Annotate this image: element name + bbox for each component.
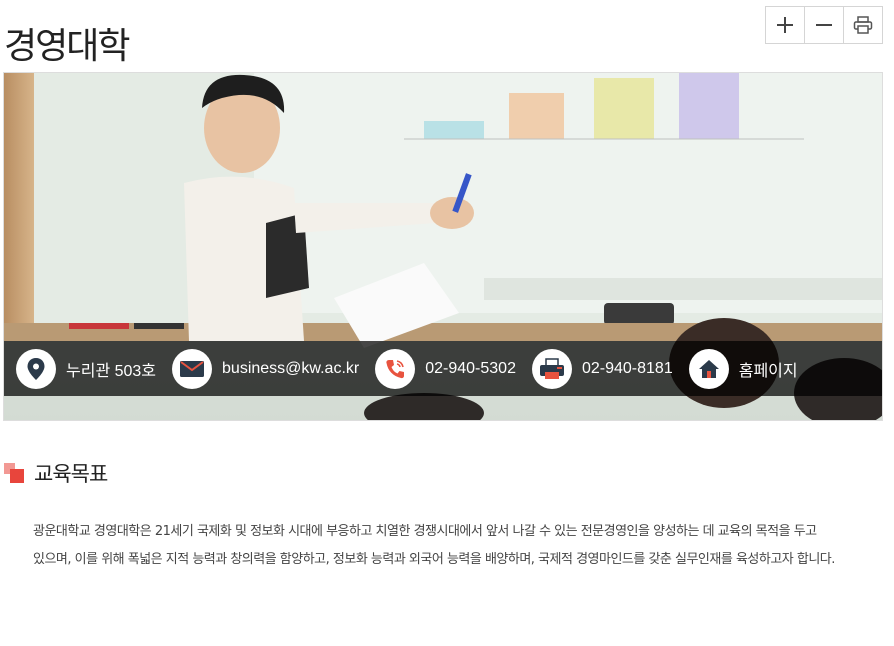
plus-icon — [777, 17, 793, 33]
email-text[interactable]: business@kw.ac.kr — [222, 360, 359, 378]
page-title: 경영대학 — [4, 26, 130, 68]
envelope-icon — [172, 348, 213, 389]
home-icon — [688, 348, 729, 389]
email-item[interactable]: business@kw.ac.kr — [172, 348, 359, 389]
print-button[interactable] — [844, 7, 882, 43]
contact-info-bar: 누리관 503호 business@kw.ac.kr 02-940-5302 0… — [4, 341, 882, 396]
phone-icon — [375, 348, 416, 389]
education-goal-line-2: 있으며, 이를 위해 폭넓은 지적 능력과 창의력을 함양하고, 정보화 능력과… — [33, 552, 835, 567]
map-pin-icon — [16, 348, 56, 389]
zoom-out-button[interactable] — [805, 7, 844, 43]
phone-text: 02-940-5302 — [425, 359, 516, 377]
toolbar — [765, 6, 883, 44]
fax-text: 02-940-8181 — [581, 359, 673, 377]
homepage-item[interactable]: 홈페이지 — [688, 348, 798, 389]
fax-icon — [531, 348, 572, 389]
section-title: 교육목표 — [34, 462, 108, 486]
education-goal-text: 광운대학교 경영대학은 21세기 국제화 및 정보화 시대에 부응하고 치열한 … — [33, 518, 878, 574]
hero-banner: 누리관 503호 business@kw.ac.kr 02-940-5302 0… — [3, 72, 883, 421]
phone-item: 02-940-5302 — [375, 348, 516, 389]
location-item: 누리관 503호 — [16, 348, 157, 389]
printer-icon — [853, 16, 873, 34]
section-header: 교육목표 — [4, 458, 108, 488]
fax-item: 02-940-8181 — [531, 348, 673, 389]
homepage-link[interactable]: 홈페이지 — [739, 357, 798, 381]
minus-icon — [816, 24, 832, 26]
section-bullet-icon — [4, 463, 24, 483]
zoom-in-button[interactable] — [766, 7, 805, 43]
education-goal-line-1: 광운대학교 경영대학은 21세기 국제화 및 정보화 시대에 부응하고 치열한 … — [33, 524, 817, 539]
location-text: 누리관 503호 — [66, 362, 157, 380]
